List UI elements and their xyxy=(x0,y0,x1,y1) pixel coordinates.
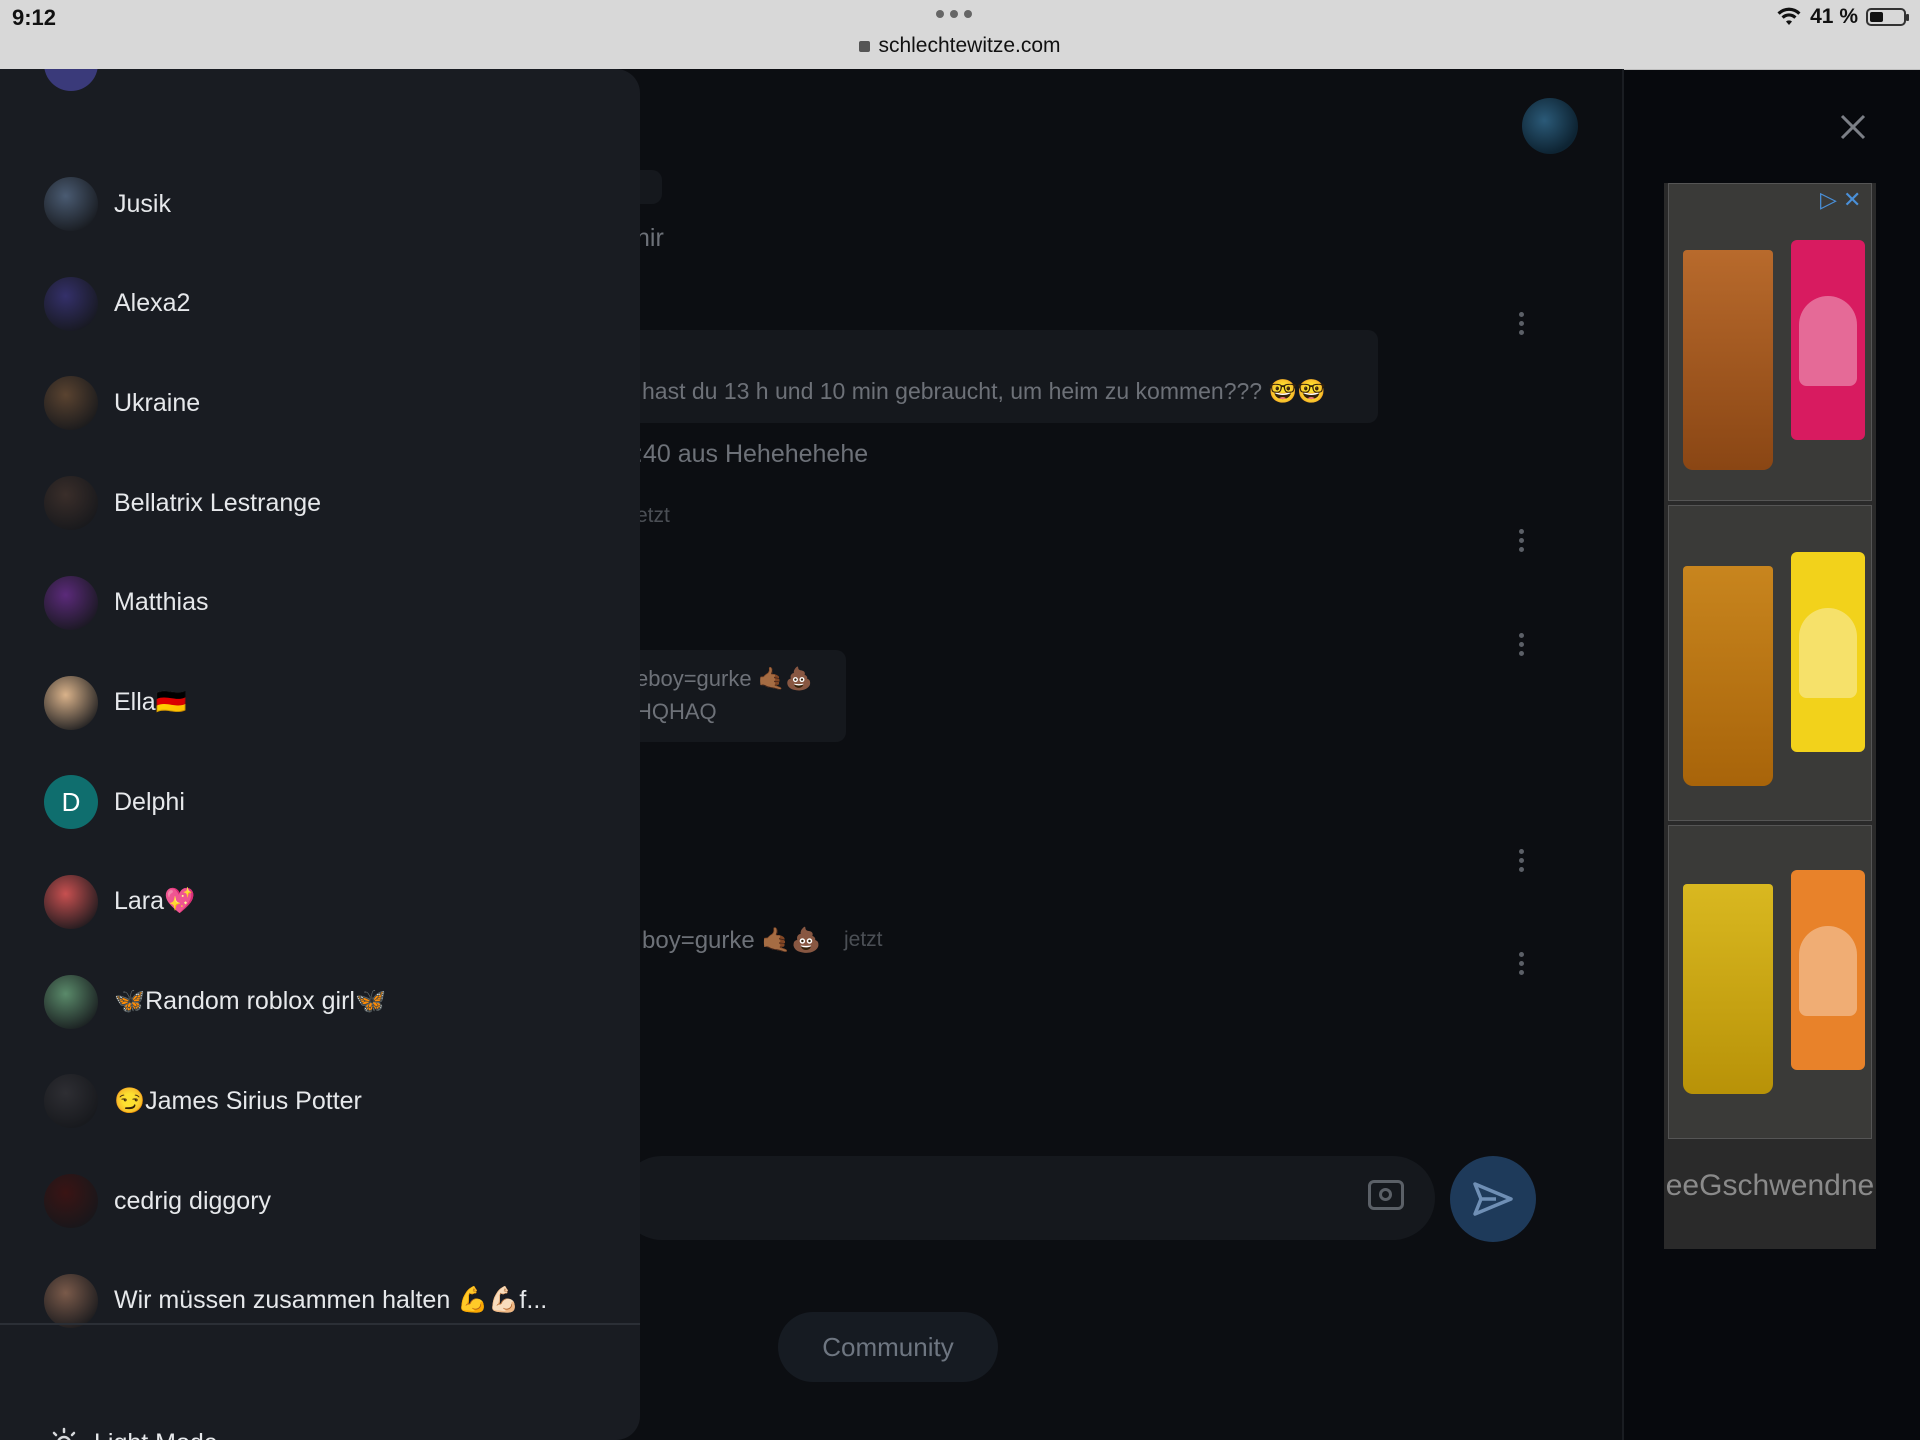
contact-name: Ukraine xyxy=(114,388,201,417)
browser-status-bar: 9:12 schlechtewitze.com 41 % xyxy=(0,0,1920,70)
contact-name: Bellatrix Lestrange xyxy=(114,488,322,517)
light-mode-toggle[interactable]: Light Mode xyxy=(48,1427,218,1440)
tea-glass xyxy=(1683,884,1773,1094)
tea-glass xyxy=(1683,250,1773,470)
message-bubble xyxy=(620,650,846,742)
ad-brand-text: eeGschwendne xyxy=(1665,1169,1875,1202)
contact-name: Delphi xyxy=(114,787,185,816)
chat-message-text: HQHAQ xyxy=(636,699,717,724)
message-timestamp: jetzt xyxy=(844,928,883,951)
system-indicators: 41 % xyxy=(1776,5,1909,29)
camera-icon[interactable] xyxy=(1368,1180,1404,1210)
contact-avatar xyxy=(44,974,98,1029)
contact-name: Wir müssen zusammen halten 💪💪🏻f... xyxy=(114,1286,548,1315)
message-options-icon[interactable] xyxy=(1519,952,1525,975)
contact-name: Alexa2 xyxy=(114,289,191,318)
url-text: schlechtewitze.com xyxy=(878,34,1061,57)
message-options-icon[interactable] xyxy=(1519,312,1525,335)
contact-avatar xyxy=(44,1174,98,1228)
contact-name: Matthias xyxy=(114,588,209,617)
close-icon[interactable] xyxy=(1836,110,1870,144)
sun-icon xyxy=(52,1427,76,1440)
contact-avatar xyxy=(44,276,98,331)
message-timestamp: etzt xyxy=(636,504,670,527)
drawer-divider xyxy=(0,1323,640,1325)
contact-avatar xyxy=(44,376,98,431)
community-button[interactable]: Community xyxy=(778,1312,998,1382)
contact-name: 😏James Sirius Potter xyxy=(114,1086,362,1115)
contact-item[interactable]: Ukraine xyxy=(0,353,640,453)
battery-icon xyxy=(1866,8,1909,26)
contact-avatar xyxy=(44,69,98,91)
user-avatar[interactable] xyxy=(1522,98,1578,154)
battery-percentage: 41 % xyxy=(1810,5,1858,28)
contact-name: Lara💖 xyxy=(114,887,196,916)
chat-message-text: nir xyxy=(636,224,664,252)
contacts-drawer: Jusik Alexa2 Ukraine Bellatrix Lestrange Mat… xyxy=(0,69,640,1440)
contact-item[interactable]: Lara💖 xyxy=(0,852,640,952)
message-options-icon[interactable] xyxy=(1519,633,1525,656)
light-mode-label: Light Mode xyxy=(94,1429,218,1440)
tea-carton xyxy=(1791,870,1865,1070)
ad-banner[interactable]: eeGschwendne xyxy=(1664,183,1876,1249)
contact-name: Ella🇩🇪 xyxy=(114,688,187,716)
ad-product-cherry[interactable] xyxy=(1668,183,1872,501)
contact-avatar xyxy=(44,476,98,531)
chat-message-text: boy=gurke 🤙🏾💩 xyxy=(642,927,822,954)
contact-name: 🦋Random roblox girl🦋 xyxy=(114,987,387,1016)
ad-product-lemon[interactable] xyxy=(1668,505,1872,821)
ad-choices-icon[interactable]: ▷ ✕ xyxy=(1820,187,1861,213)
more-dots-icon[interactable] xyxy=(936,10,972,18)
contact-name: cedrig diggory xyxy=(114,1186,272,1215)
contact-avatar xyxy=(44,575,98,630)
contact-item[interactable]: 😏James Sirius Potter xyxy=(0,1051,640,1151)
contact-avatar xyxy=(44,177,98,231)
send-button[interactable] xyxy=(1450,1156,1536,1242)
rail-divider xyxy=(1622,69,1624,1440)
contact-avatar: D xyxy=(44,775,98,830)
message-input[interactable] xyxy=(620,1156,1435,1240)
send-icon xyxy=(1473,1182,1513,1216)
contact-item[interactable]: Jusik xyxy=(0,154,640,254)
chat-message-text: :40 aus Hehehehehe xyxy=(636,440,869,468)
contact-item[interactable]: 🦋Random roblox girl🦋 xyxy=(0,952,640,1052)
message-options-icon[interactable] xyxy=(1519,849,1525,872)
lock-icon xyxy=(859,41,871,52)
contact-item[interactable]: cedrig diggory xyxy=(0,1151,640,1251)
contact-item[interactable]: Wir müssen zusammen halten 💪💪🏻f... xyxy=(0,1251,640,1351)
contact-avatar xyxy=(44,874,98,929)
message-options-icon[interactable] xyxy=(1519,529,1525,552)
contact-item[interactable]: Alexa2 xyxy=(0,254,640,354)
ad-product-peach[interactable] xyxy=(1668,825,1872,1139)
contact-name: Jusik xyxy=(114,189,171,218)
contact-item[interactable]: D Delphi xyxy=(0,752,640,852)
chat-message-text: hast du 13 h und 10 min gebraucht, um he… xyxy=(642,378,1326,404)
contact-avatar xyxy=(44,675,98,730)
tea-carton xyxy=(1791,240,1865,440)
tea-carton xyxy=(1791,552,1865,752)
message-bubble xyxy=(620,330,1378,423)
contact-item[interactable]: Ella🇩🇪 xyxy=(0,653,640,753)
chat-message-text: eboy=gurke 🤙🏾💩 xyxy=(636,666,813,691)
tea-glass xyxy=(1683,566,1773,786)
wifi-icon xyxy=(1777,7,1801,25)
contact-item[interactable]: Bellatrix Lestrange xyxy=(0,453,640,553)
address-bar[interactable]: schlechtewitze.com xyxy=(0,34,1920,58)
contact-avatar xyxy=(44,1074,98,1129)
contact-item[interactable]: Matthias xyxy=(0,553,640,653)
contact-avatar xyxy=(44,1273,98,1328)
clock-time: 9:12 xyxy=(12,5,57,30)
